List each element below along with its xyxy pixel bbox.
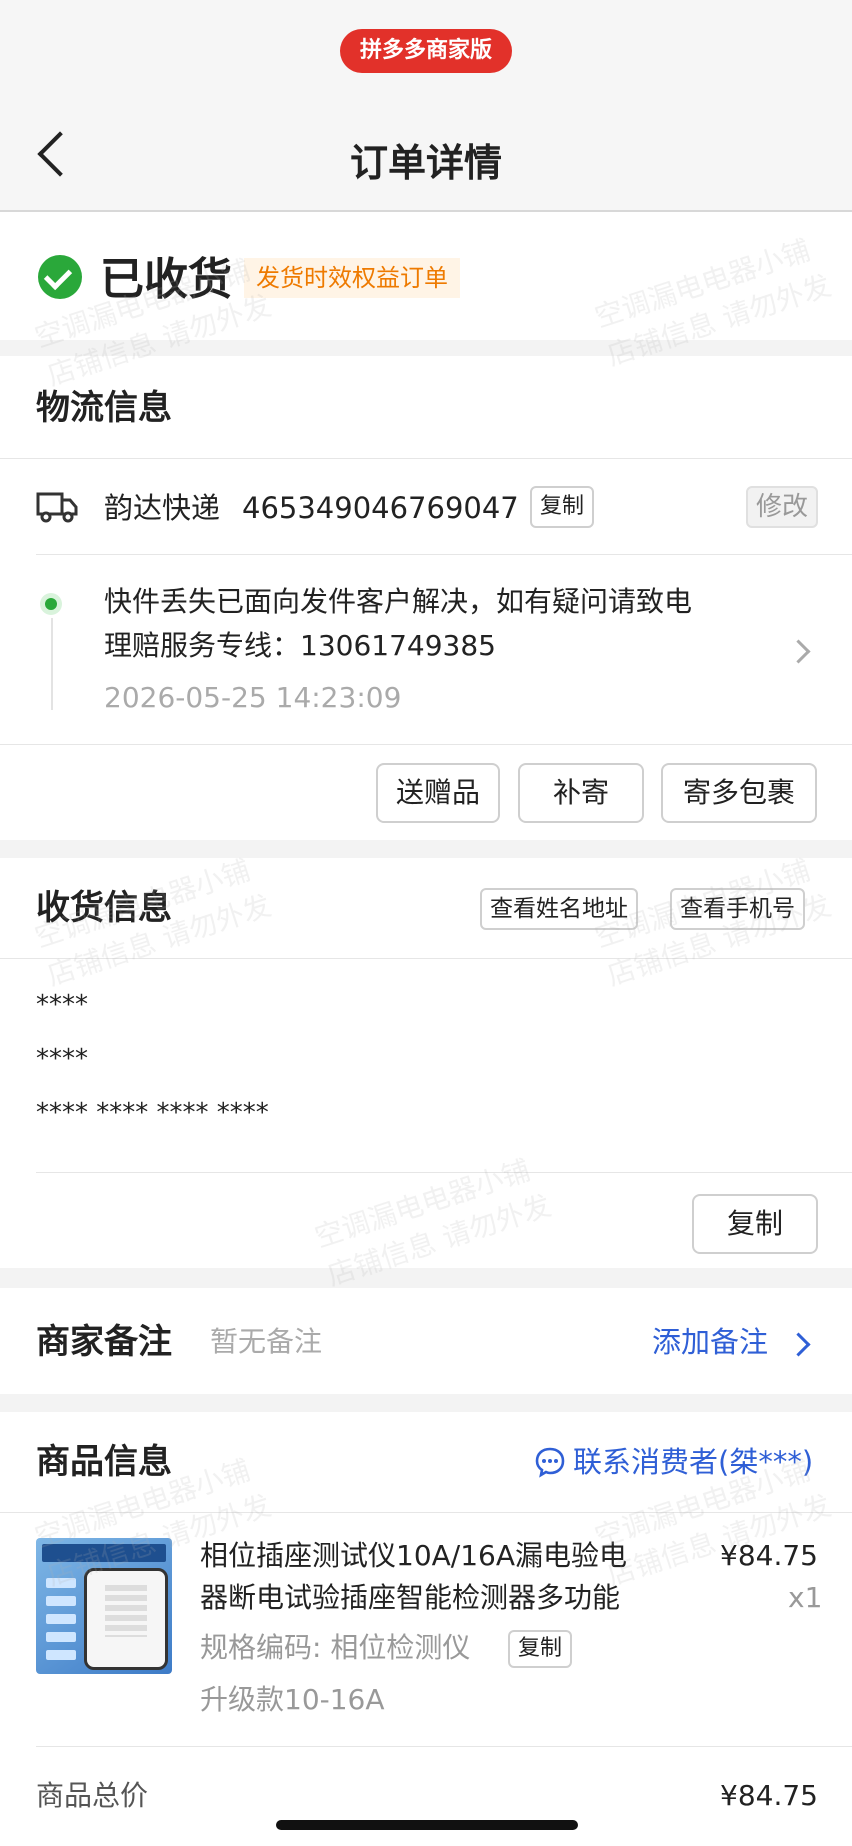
- view-phone-button[interactable]: 查看手机号: [670, 888, 805, 930]
- logistics-title: 物流信息: [36, 388, 172, 428]
- carrier-name: 韵达快递: [104, 491, 221, 525]
- copy-receiver-button[interactable]: 复制: [692, 1194, 818, 1254]
- send-gift-button[interactable]: 送赠品: [376, 763, 500, 823]
- total-price-label: 商品总价: [36, 1779, 149, 1812]
- add-note-link[interactable]: 添加备注: [652, 1322, 768, 1362]
- app-badge: 拼多多商家版: [340, 29, 512, 73]
- modify-logistics-button[interactable]: 修改: [746, 486, 819, 528]
- product-name-line1: 相位插座测试仪10A/16A漏电验电: [200, 1539, 628, 1572]
- total-price-value: ¥84.75: [720, 1779, 818, 1812]
- copy-tracking-button[interactable]: 复制: [530, 486, 595, 528]
- divider: [0, 744, 852, 745]
- product-price: ¥84.75: [720, 1539, 818, 1572]
- product-thumbnail[interactable]: [36, 1538, 172, 1674]
- spec-code: 规格编码: 相位检测仪: [200, 1631, 471, 1664]
- page-title: 订单详情: [349, 141, 502, 185]
- divider: [36, 1746, 852, 1747]
- home-indicator[interactable]: [276, 1820, 578, 1830]
- receiver-address: **** **** **** ****: [36, 1098, 269, 1128]
- order-status: 已收货: [100, 254, 232, 305]
- logistics-event-line1: 快件丢失已面向发件客户解决，如有疑问请致电: [104, 585, 693, 618]
- merchant-note-label: 商家备注: [36, 1322, 172, 1362]
- truck-icon: [36, 492, 78, 523]
- view-name-address-button[interactable]: 查看姓名地址: [480, 888, 638, 930]
- divider: [36, 554, 852, 555]
- divider: [0, 1512, 852, 1513]
- multi-package-button[interactable]: 寄多包裹: [661, 763, 817, 823]
- divider: [0, 958, 852, 959]
- product-name-line2: 器断电试验插座智能检测器多功能: [200, 1581, 621, 1614]
- contact-consumer-link[interactable]: 联系消费者(桀***): [573, 1442, 813, 1482]
- divider: [0, 458, 852, 459]
- receiver-title: 收货信息: [36, 888, 172, 928]
- product-quantity: x1: [788, 1581, 823, 1614]
- check-circle-icon: [38, 255, 82, 299]
- receiver-name: ****: [36, 990, 88, 1020]
- timeline-dot-icon: [40, 593, 62, 615]
- tracking-number: 465349046769047: [242, 491, 519, 525]
- divider: [36, 1172, 852, 1173]
- product-variant: 升级款10-16A: [200, 1683, 385, 1716]
- logistics-event-time: 2026-05-25 14:23:09: [104, 681, 402, 714]
- merchant-note-value: 暂无备注: [210, 1325, 323, 1358]
- status-tag: 发货时效权益订单: [244, 258, 460, 298]
- receiver-phone: ****: [36, 1044, 88, 1074]
- chat-icon: [535, 1447, 565, 1478]
- reship-button[interactable]: 补寄: [518, 763, 644, 823]
- logistics-event-line2: 理赔服务专线：13061749385: [104, 629, 496, 662]
- copy-spec-button[interactable]: 复制: [508, 1630, 573, 1668]
- timeline-line: [51, 618, 53, 710]
- product-title: 商品信息: [36, 1442, 172, 1482]
